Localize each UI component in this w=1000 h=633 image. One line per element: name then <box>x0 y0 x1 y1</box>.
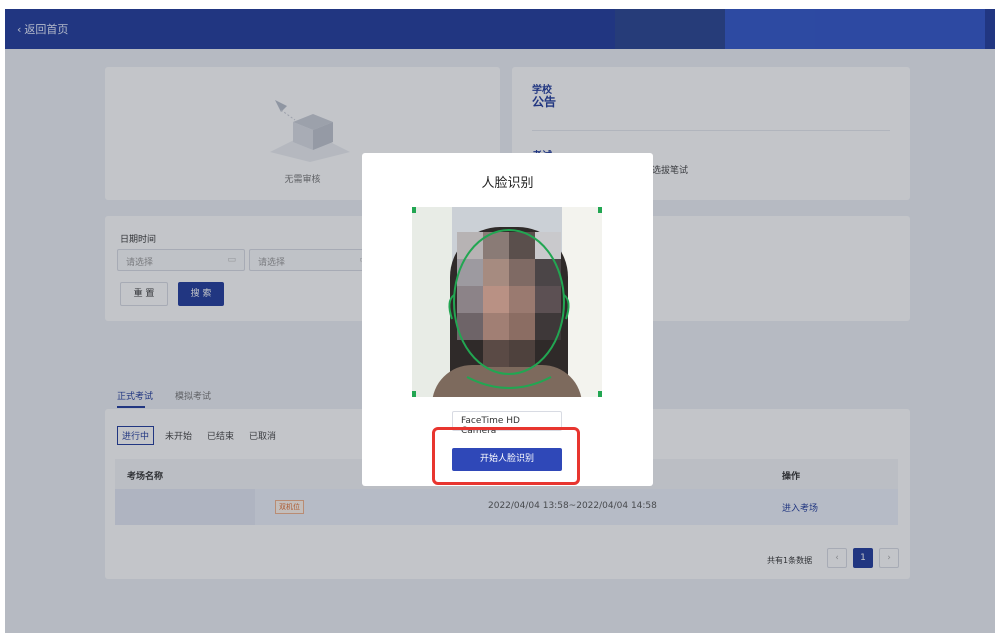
dialog-title: 人脸识别 <box>481 176 534 191</box>
annotation-highlight-box <box>432 427 580 485</box>
exam-app: ‹ 返回首页 无需审核 学校 公告 考试 选拔笔试 日期时间 请选择 ▭ - <box>5 9 995 633</box>
corner-marker <box>598 207 602 213</box>
corner-marker <box>412 207 416 213</box>
face-guide-icon <box>448 229 570 389</box>
camera-preview <box>412 207 602 397</box>
corner-marker <box>598 391 602 397</box>
corner-marker <box>412 391 416 397</box>
